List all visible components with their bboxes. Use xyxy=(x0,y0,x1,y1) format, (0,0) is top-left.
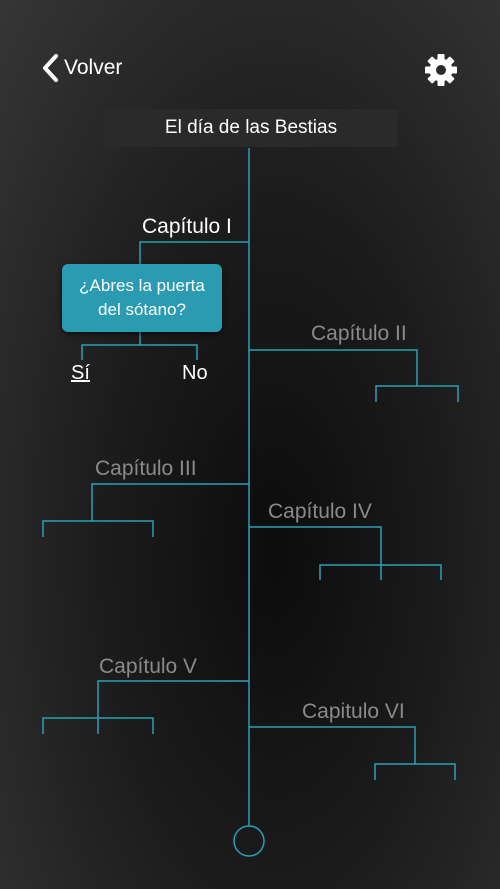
choice-no-button[interactable]: No xyxy=(182,362,208,385)
branch-chapter-2-options xyxy=(375,385,459,402)
branch-chapter-5 xyxy=(97,680,249,734)
chapter-tree xyxy=(42,148,459,857)
branch-chapter-4 xyxy=(249,526,382,580)
choice-yes-button[interactable]: Sí xyxy=(71,362,90,385)
branch-chapter-6 xyxy=(249,726,416,764)
tree-root-node xyxy=(233,825,265,857)
branch-chapter-1 xyxy=(139,241,249,264)
branch-chapter-3-options xyxy=(42,520,154,537)
question-box: ¿Abres la puerta del sótano? xyxy=(62,264,222,332)
branch-chapter-6-options xyxy=(374,763,456,780)
chapter-5-label: Capítulo V xyxy=(99,655,198,678)
chapter-1-label[interactable]: Capítulo I xyxy=(142,215,232,239)
chapter-4-label: Capítulo IV xyxy=(268,500,372,523)
branch-chapter-3 xyxy=(91,483,249,521)
chapter-6-label: Capitulo VI xyxy=(302,700,405,723)
branch-choices xyxy=(81,344,198,360)
question-text: ¿Abres la puerta del sótano? xyxy=(79,276,205,319)
chapter-3-label: Capítulo III xyxy=(95,457,197,480)
chapter-2-label: Capítulo II xyxy=(311,322,407,345)
branch-chapter-2 xyxy=(249,349,418,386)
